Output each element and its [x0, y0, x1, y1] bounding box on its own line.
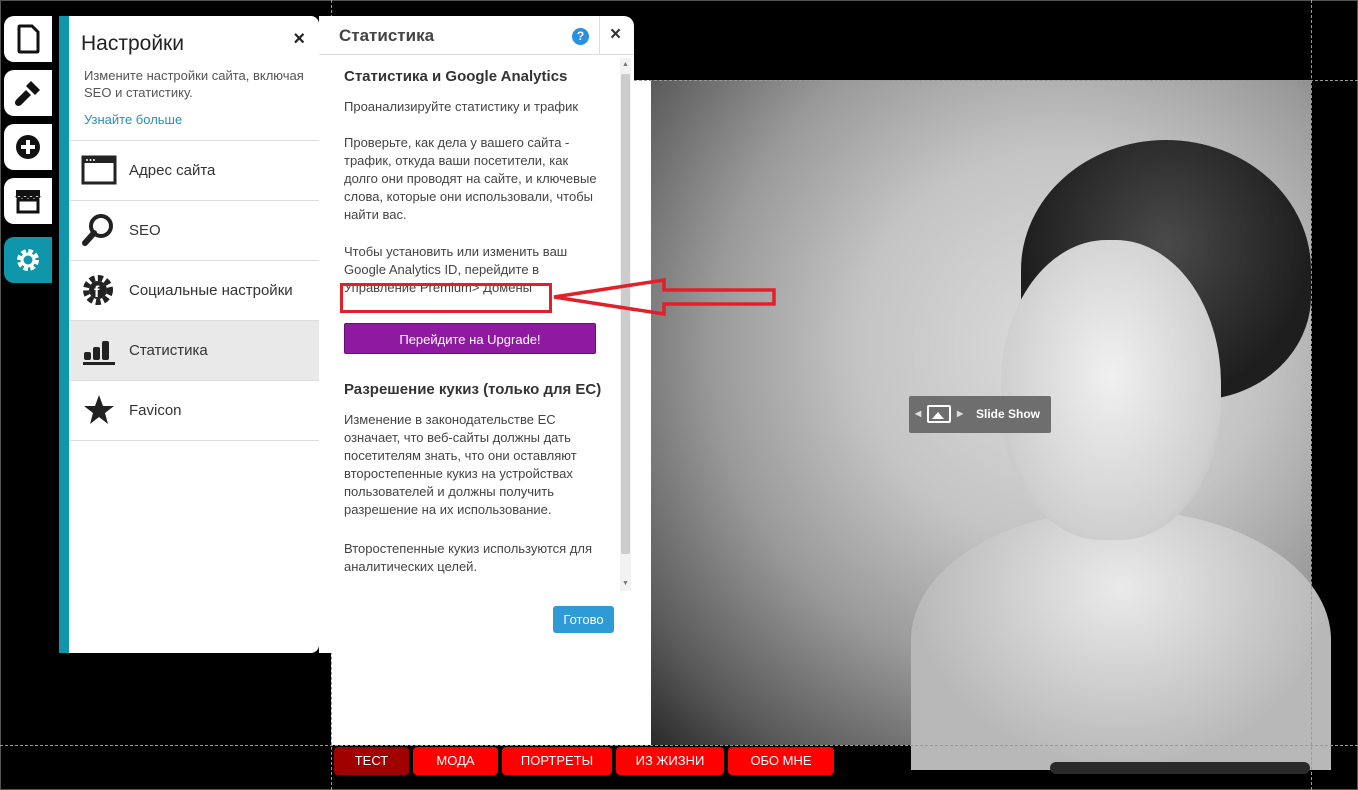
- analytics-heading: Статистика и Google Analytics: [344, 68, 568, 85]
- photo-face: [1001, 240, 1221, 540]
- rail-store-button[interactable]: [4, 178, 52, 224]
- settings-item-label: Статистика: [129, 342, 208, 359]
- settings-panel: Настройки × Измените настройки сайта, вк…: [59, 16, 319, 653]
- settings-item-label: SEO: [129, 222, 161, 239]
- rail-add-button[interactable]: [4, 124, 52, 170]
- star-icon: [84, 395, 114, 424]
- settings-title: Настройки: [81, 32, 184, 55]
- gear-icon: [17, 249, 39, 271]
- statistics-content: Статистика и Google Analytics Проанализи…: [344, 68, 604, 297]
- rail-settings-button[interactable]: [4, 237, 52, 283]
- settings-close-icon[interactable]: ×: [293, 28, 305, 51]
- statistics-close-icon[interactable]: ×: [610, 24, 621, 46]
- next-arrow-icon[interactable]: ▶: [957, 409, 963, 418]
- cookies-section: Разрешение кукиз (только для ЕС) Изменен…: [344, 381, 604, 576]
- guide-line-top: [634, 80, 1358, 81]
- analytics-instruction-line1: Чтобы установить или изменить ваш: [344, 244, 568, 259]
- statistics-header: Статистика ? ×: [319, 16, 634, 55]
- help-icon[interactable]: ?: [572, 28, 589, 45]
- plus-icon: [16, 135, 40, 159]
- nav-item-test[interactable]: ТЕСТ: [334, 747, 409, 775]
- store-icon: [15, 190, 41, 214]
- image-icon: [927, 405, 951, 423]
- annotation-arrow-icon: [553, 278, 776, 317]
- settings-item-site-address[interactable]: Адрес сайта: [69, 140, 319, 200]
- prev-arrow-icon[interactable]: ◀: [915, 409, 921, 418]
- settings-item-label: Адрес сайта: [129, 162, 216, 179]
- nav-item-life[interactable]: ИЗ ЖИЗНИ: [616, 747, 724, 775]
- cookies-purpose: Второстепенные кукиз используются для ан…: [344, 541, 592, 574]
- settings-item-label: Favicon: [129, 402, 182, 419]
- statistics-panel: Статистика ? × Статистика и Google Analy…: [319, 16, 634, 653]
- guide-line-bottom: [0, 745, 1358, 746]
- scroll-down-icon[interactable]: ▼: [622, 580, 629, 587]
- bar-chart-icon: [83, 341, 115, 365]
- settings-description: Измените настройки сайта, включая SEO и …: [84, 68, 304, 100]
- svg-text:f: f: [94, 284, 100, 301]
- rail-design-button[interactable]: [4, 70, 52, 116]
- settings-item-label: Социальные настройки: [129, 282, 293, 299]
- nav-item-about[interactable]: ОБО МНЕ: [728, 747, 834, 775]
- rail-pages-button[interactable]: [4, 16, 52, 62]
- social-gear-icon: f: [83, 275, 113, 305]
- slideshow-label: Slide Show: [976, 407, 1041, 421]
- brush-icon: [15, 81, 40, 106]
- photo-shoulder: [911, 510, 1331, 770]
- statistics-title: Статистика: [339, 26, 435, 45]
- page-icon: [17, 24, 40, 54]
- learn-more-link[interactable]: Узнайте больше: [84, 112, 182, 127]
- content-scrollbar[interactable]: ▲ ▼: [620, 58, 631, 591]
- settings-item-favicon[interactable]: Favicon: [69, 380, 319, 440]
- done-button[interactable]: Готово: [553, 606, 614, 633]
- cookies-description: Изменение в законодательстве ЕС означает…: [344, 412, 577, 517]
- annotation-highlight-box: [340, 283, 552, 313]
- settings-item-statistics[interactable]: Статистика: [69, 320, 319, 380]
- analytics-description: Проверьте, как дела у вашего сайта - тра…: [344, 135, 597, 222]
- slideshow-widget[interactable]: ◀ ▶ Slide Show: [909, 396, 1051, 433]
- menu-divider: [69, 440, 319, 441]
- nav-item-portraits[interactable]: ПОРТРЕТЫ: [502, 747, 612, 775]
- header-divider: [599, 16, 600, 54]
- nav-item-fashion[interactable]: МОДА: [413, 747, 498, 775]
- scroll-up-icon[interactable]: ▲: [622, 61, 629, 68]
- settings-item-seo[interactable]: SEO: [69, 200, 319, 260]
- footer-blurred-text: [1050, 762, 1310, 774]
- guide-line-right: [1311, 0, 1312, 790]
- analytics-intro: Проанализируйте статистику и трафик: [344, 99, 579, 114]
- settings-item-social[interactable]: f Социальные настройки: [69, 260, 319, 320]
- cookies-heading: Разрешение кукиз (только для ЕС): [344, 381, 602, 398]
- browser-window-icon: [81, 155, 117, 185]
- magnifier-icon: [82, 214, 113, 246]
- upgrade-button[interactable]: Перейдите на Upgrade!: [344, 323, 596, 354]
- analytics-instruction-line2: Google Analytics ID, перейдите в: [344, 262, 540, 277]
